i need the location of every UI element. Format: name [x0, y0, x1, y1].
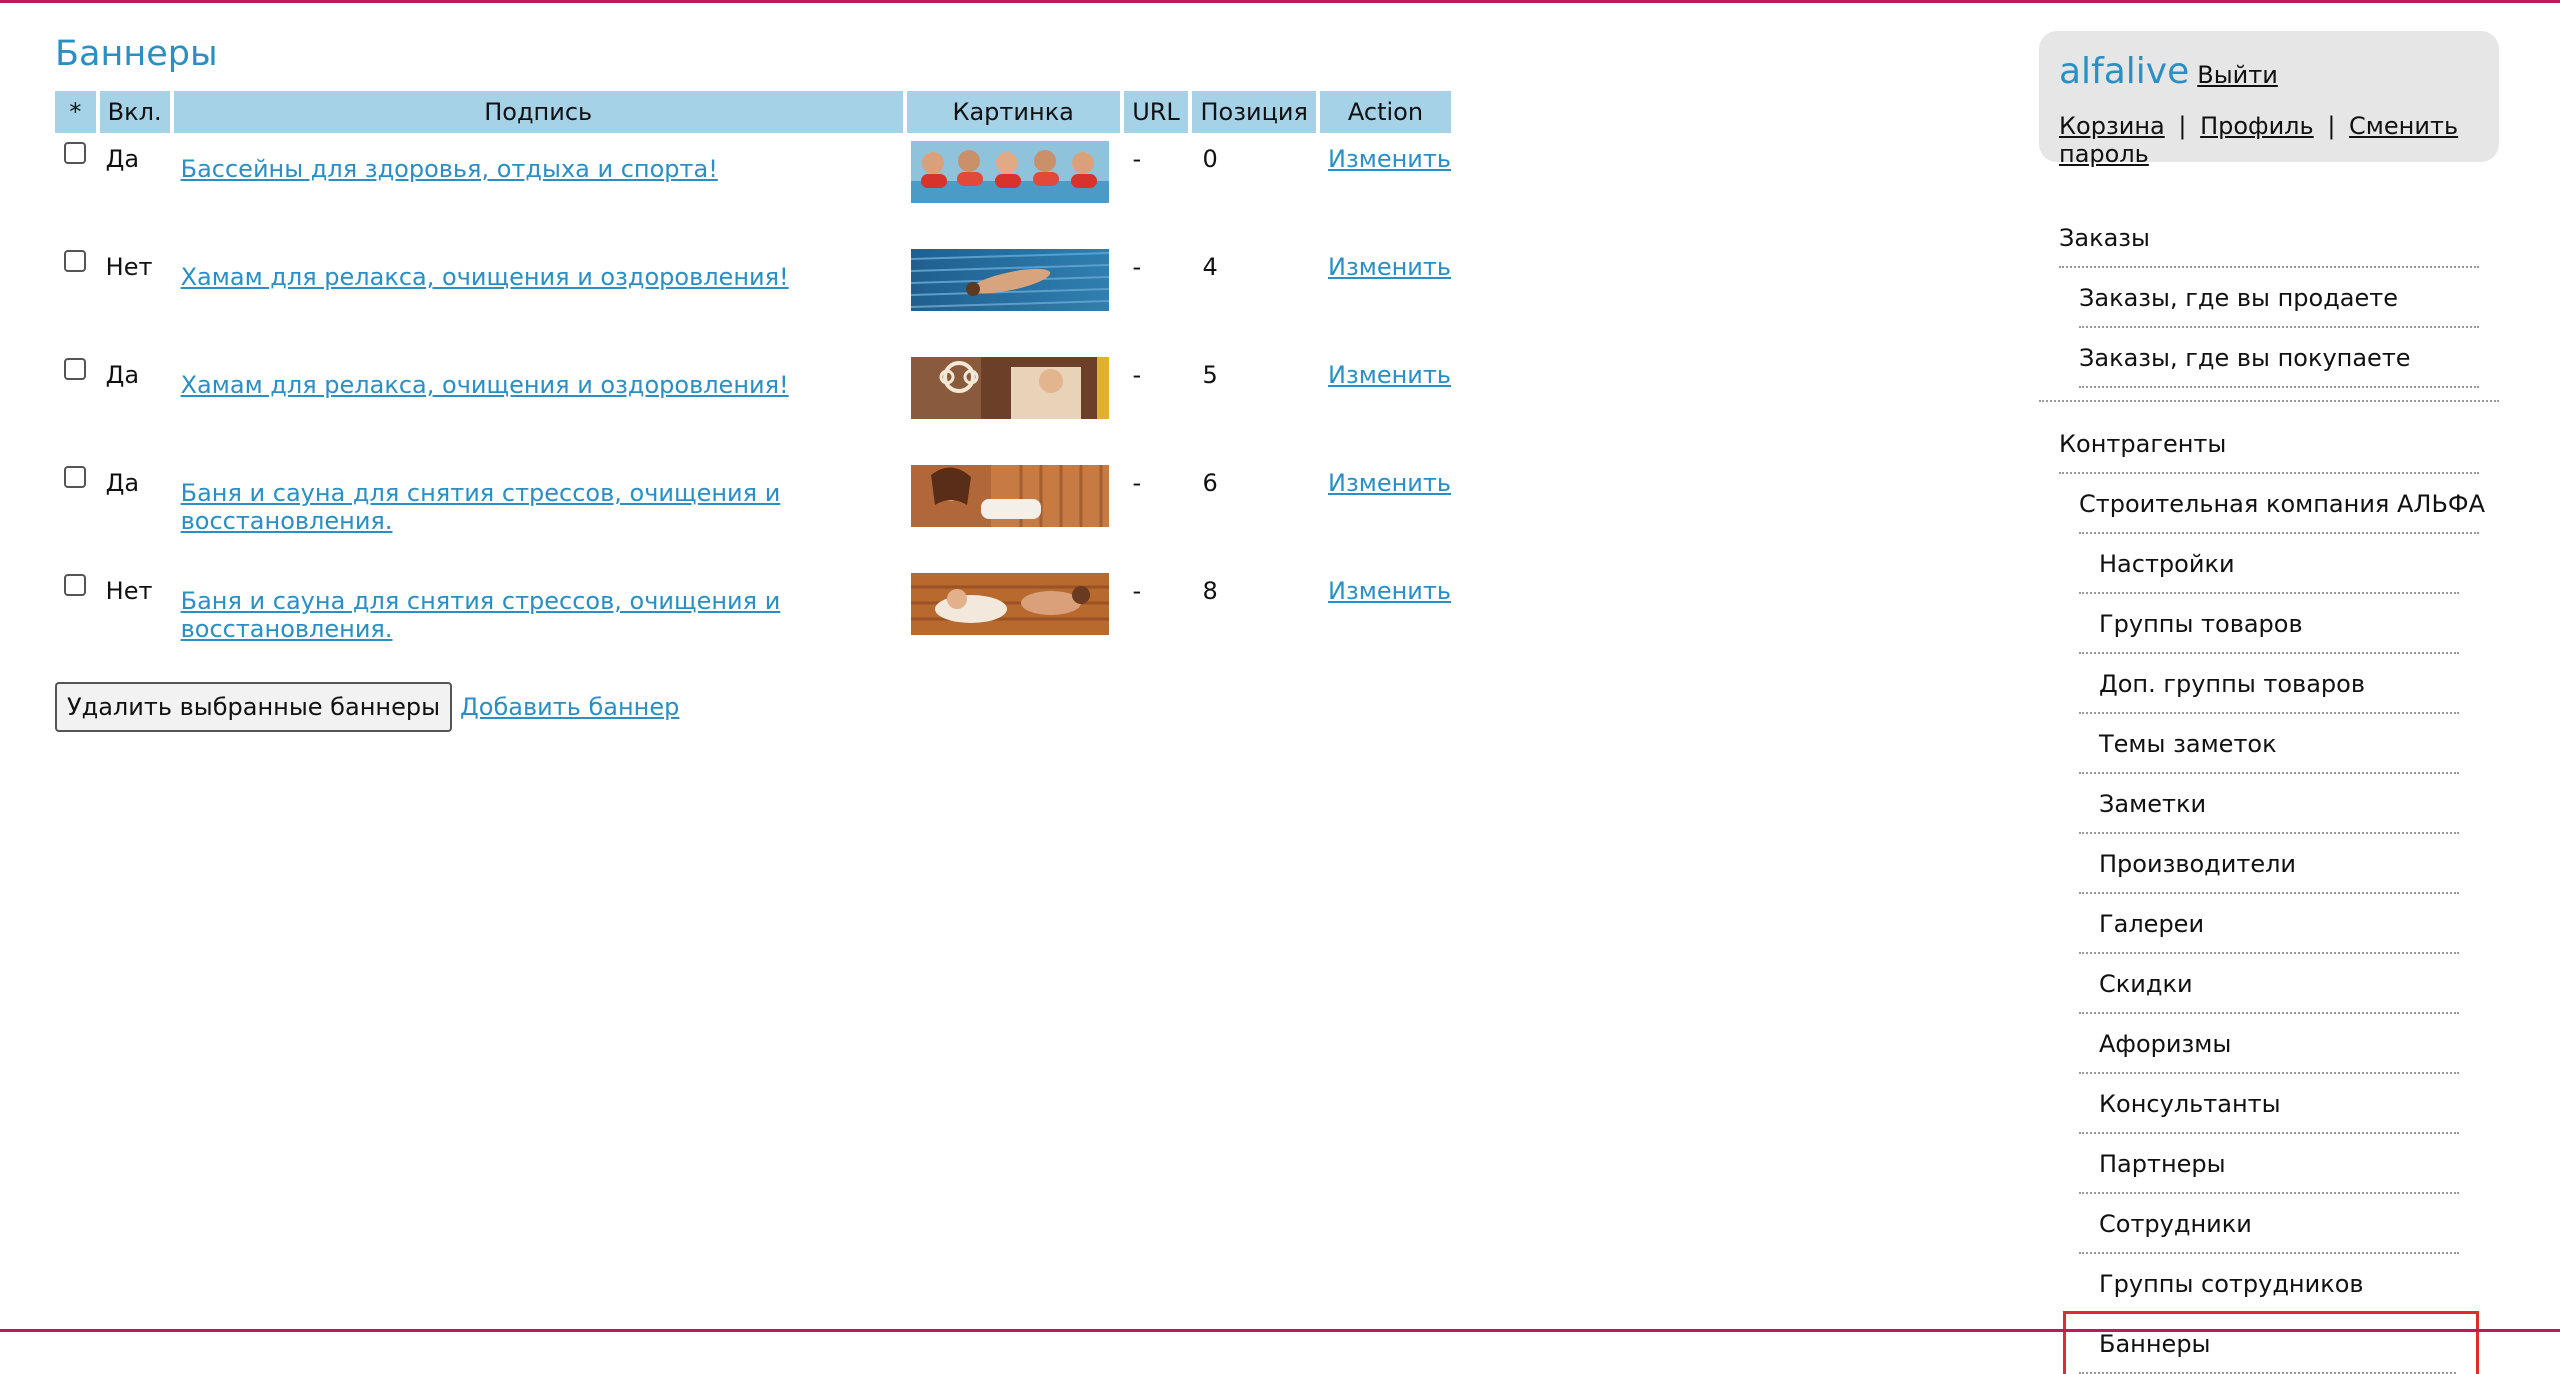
row-position: 8	[1202, 577, 1218, 605]
row-enabled: Да	[105, 145, 140, 173]
hamam-ornament-image	[910, 357, 1109, 419]
sauna-woman-image	[910, 465, 1109, 527]
row-url: -	[1132, 145, 1142, 173]
row-enabled: Нет	[105, 577, 153, 605]
menu-item-company[interactable]: Строительная компания АЛЬФА	[2039, 474, 2499, 534]
header-select: *	[55, 91, 96, 133]
menu-divider	[2039, 388, 2499, 414]
page-title: Баннеры	[55, 34, 218, 74]
row-url: -	[1132, 253, 1142, 281]
banners-table: * Вкл. Подпись Картинка URL Позиция Acti…	[51, 91, 1455, 673]
row-caption-link[interactable]: Бассейны для здоровья, отдыха и спорта!	[181, 155, 718, 183]
menu-item-aphorisms[interactable]: Афоризмы	[2039, 1014, 2499, 1074]
menu-item-galleries[interactable]: Галереи	[2039, 894, 2499, 954]
menu-item-extra-product-groups[interactable]: Доп. группы товаров	[2039, 654, 2499, 714]
menu-item-manufacturers[interactable]: Производители	[2039, 834, 2499, 894]
row-enabled: Нет	[105, 253, 153, 281]
menu-item-product-groups[interactable]: Группы товаров	[2039, 594, 2499, 654]
table-row: Нет Баня и сауна для снятия стрессов, оч…	[55, 565, 1451, 673]
row-enabled: Да	[105, 469, 140, 497]
row-caption-link[interactable]: Хамам для релакса, очищения и оздоровлен…	[181, 263, 789, 291]
header-enabled: Вкл.	[99, 91, 170, 133]
cart-link[interactable]: Корзина	[2059, 112, 2165, 140]
hamam-pool-image	[910, 249, 1109, 311]
row-url: -	[1132, 469, 1142, 497]
menu-item-orders-selling[interactable]: Заказы, где вы продаете	[2039, 268, 2499, 328]
row-url: -	[1132, 577, 1142, 605]
profile-link[interactable]: Профиль	[2200, 112, 2314, 140]
table-row: Да Баня и сауна для снятия стрессов, очи…	[55, 457, 1451, 565]
edit-link[interactable]: Изменить	[1328, 253, 1451, 281]
table-actions: Удалить выбранные баннеры Добавить банне…	[55, 682, 1455, 732]
edit-link[interactable]: Изменить	[1328, 577, 1451, 605]
logout-link[interactable]: Выйти	[2197, 61, 2278, 89]
menu-item-note-topics[interactable]: Темы заметок	[2039, 714, 2499, 774]
menu-item-employees[interactable]: Сотрудники	[2039, 1194, 2499, 1254]
row-checkbox[interactable]	[64, 250, 87, 272]
menu-item-discounts[interactable]: Скидки	[2039, 954, 2499, 1014]
row-position: 5	[1202, 361, 1218, 389]
separator: |	[2327, 112, 2336, 140]
header-caption: Подпись	[173, 91, 903, 133]
row-position: 4	[1202, 253, 1218, 281]
row-caption-link[interactable]: Баня и сауна для снятия стрессов, очищен…	[181, 587, 781, 643]
row-checkbox[interactable]	[64, 574, 87, 596]
header-position: Позиция	[1192, 91, 1316, 133]
row-checkbox[interactable]	[64, 466, 87, 488]
row-url: -	[1132, 361, 1142, 389]
sidebar-menu: Заказы Заказы, где вы продаете Заказы, г…	[2039, 208, 2499, 1374]
edit-link[interactable]: Изменить	[1328, 361, 1451, 389]
table-row: Нет Хамам для релакса, очищения и оздоро…	[55, 241, 1451, 349]
table-row: Да Хамам для релакса, очищения и оздоров…	[55, 349, 1451, 457]
menu-item-partners[interactable]: Партнеры	[2039, 1134, 2499, 1194]
row-position: 0	[1202, 145, 1218, 173]
menu-group-orders[interactable]: Заказы	[2039, 208, 2499, 268]
menu-item-banners[interactable]: Баннеры	[2063, 1311, 2479, 1374]
row-checkbox[interactable]	[64, 358, 87, 380]
row-caption-link[interactable]: Хамам для релакса, очищения и оздоровлен…	[181, 371, 789, 399]
header-image: Картинка	[906, 91, 1120, 133]
row-caption-link[interactable]: Баня и сауна для снятия стрессов, очищен…	[181, 479, 781, 535]
menu-item-notes[interactable]: Заметки	[2039, 774, 2499, 834]
header-action: Action	[1320, 91, 1451, 133]
menu-item-settings[interactable]: Настройки	[2039, 534, 2499, 594]
row-enabled: Да	[105, 361, 140, 389]
header-url: URL	[1123, 91, 1189, 133]
username: alfalive	[2059, 51, 2190, 92]
main-content: Баннеры * Вкл. Подпись Картинка URL Пози…	[55, 31, 1455, 732]
menu-group-contractors[interactable]: Контрагенты	[2039, 414, 2499, 474]
add-banner-link[interactable]: Добавить баннер	[460, 693, 679, 721]
menu-item-consultants[interactable]: Консультанты	[2039, 1074, 2499, 1134]
table-header-row: * Вкл. Подпись Картинка URL Позиция Acti…	[55, 91, 1451, 133]
table-row: Да Бассейны для здоровья, отдыха и спорт…	[55, 133, 1451, 241]
user-box: alfalive Выйти Корзина | Профиль | Смени…	[2039, 31, 2499, 168]
menu-item-employee-groups[interactable]: Группы сотрудников	[2039, 1254, 2499, 1314]
sauna-relax-image	[910, 573, 1109, 635]
separator: |	[2178, 112, 2187, 140]
edit-link[interactable]: Изменить	[1328, 469, 1451, 497]
row-checkbox[interactable]	[64, 142, 87, 164]
edit-link[interactable]: Изменить	[1328, 145, 1451, 173]
row-position: 6	[1202, 469, 1218, 497]
delete-selected-button[interactable]: Удалить выбранные баннеры	[55, 682, 453, 732]
pool-kids-image	[910, 141, 1109, 203]
menu-item-orders-buying[interactable]: Заказы, где вы покупаете	[2039, 328, 2499, 388]
